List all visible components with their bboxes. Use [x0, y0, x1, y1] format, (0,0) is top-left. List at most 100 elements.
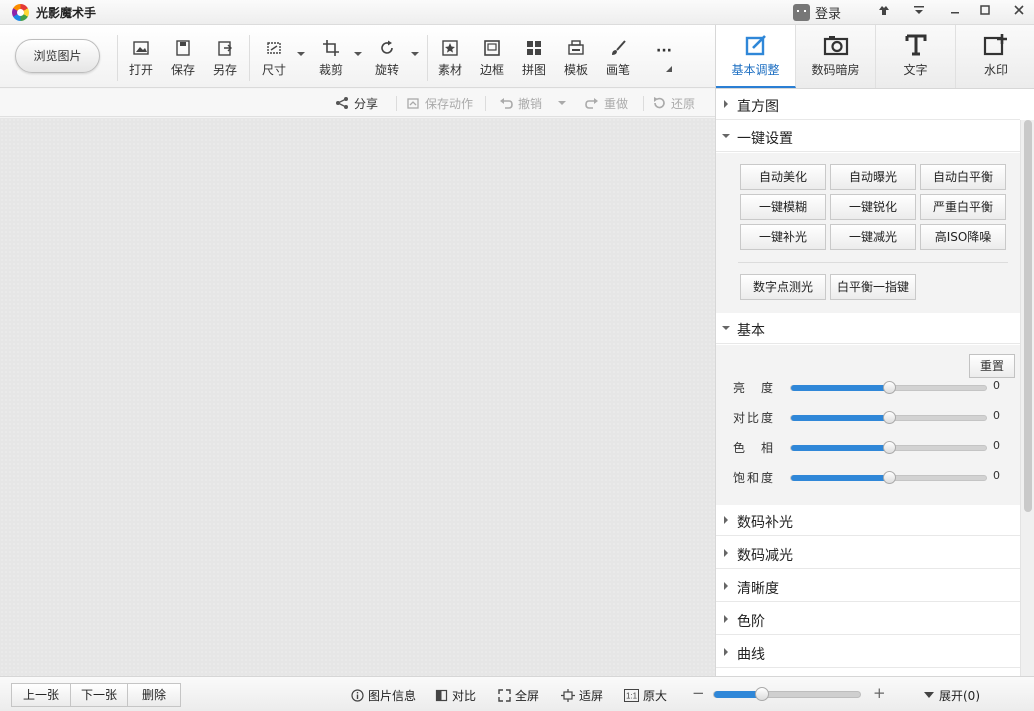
slider-track[interactable] [790, 381, 987, 394]
compare-button[interactable]: 对比 [435, 686, 476, 704]
collapse-arrow-icon [724, 648, 728, 656]
slider-track[interactable] [790, 471, 987, 484]
auto-exposure-button[interactable]: 自动曝光 [830, 164, 916, 190]
resize-dropdown-arrow[interactable] [297, 52, 305, 56]
slider-track[interactable] [790, 411, 987, 424]
fullscreen-icon [498, 688, 511, 702]
more-tools-button[interactable]: ··· [644, 43, 684, 83]
collapse-arrow-icon [724, 582, 728, 590]
expand-filmstrip-button[interactable]: 展开(0) [924, 686, 980, 704]
brightness-slider[interactable]: 亮 度 0 [716, 376, 1020, 398]
material-icon [442, 40, 458, 56]
fullscreen-button[interactable]: 全屏 [498, 686, 539, 704]
crop-dropdown-arrow[interactable] [354, 52, 362, 56]
slider-handle[interactable] [882, 381, 896, 394]
close-button[interactable] [1008, 2, 1030, 22]
button-divider [738, 262, 1008, 263]
section-digital-fill-light[interactable]: 数码补光 [716, 505, 1020, 536]
original-size-button[interactable]: 1:1 原大 [624, 686, 667, 704]
svg-text:1:1: 1:1 [626, 691, 638, 700]
menu-button[interactable] [908, 2, 930, 22]
rotate-button[interactable]: 旋转 [367, 39, 407, 79]
high-iso-denoise-button[interactable]: 高ISO降噪 [920, 224, 1006, 250]
toolbar-expand-corner[interactable] [666, 66, 672, 72]
image-info-button[interactable]: 图片信息 [351, 686, 416, 704]
previous-image-button[interactable]: 上一张 [11, 683, 71, 707]
auto-white-balance-button[interactable]: 自动白平衡 [920, 164, 1006, 190]
slider-handle[interactable] [882, 441, 896, 454]
redo-button[interactable]: 重做 [585, 94, 628, 112]
material-button[interactable]: 素材 [430, 39, 470, 79]
slider-handle[interactable] [882, 471, 896, 484]
login-button[interactable]: 登录 [793, 3, 841, 22]
slider-handle[interactable] [882, 411, 896, 424]
section-curves[interactable]: 曲线 [716, 637, 1020, 668]
share-button[interactable]: 分享 [335, 94, 378, 112]
scrollbar-thumb[interactable] [1024, 120, 1032, 512]
action-divider [396, 96, 397, 111]
one-click-reduce-light-button[interactable]: 一键减光 [830, 224, 916, 250]
border-icon [484, 40, 500, 56]
zoom-out-button[interactable]: − [692, 684, 705, 702]
tab-digital-darkroom[interactable]: 数码暗房 [796, 25, 876, 88]
border-button[interactable]: 边框 [472, 39, 512, 79]
skin-icon [879, 6, 889, 15]
login-label: 登录 [815, 7, 842, 22]
zoom-in-button[interactable]: + [873, 684, 886, 702]
open-icon [133, 41, 149, 55]
one-click-blur-button[interactable]: 一键模糊 [740, 194, 826, 220]
digital-metering-button[interactable]: 数字点测光 [740, 274, 826, 300]
rotate-dropdown-arrow[interactable] [411, 52, 419, 56]
section-clarity[interactable]: 清晰度 [716, 571, 1020, 602]
minimize-button[interactable] [944, 2, 966, 22]
section-basic[interactable]: 基本 [716, 313, 1020, 344]
action-divider [485, 96, 486, 111]
menu-icon [914, 6, 924, 14]
tab-text[interactable]: 文字 [876, 25, 956, 88]
crop-button[interactable]: 裁剪 [311, 39, 351, 79]
crop-icon [323, 40, 339, 56]
zoom-slider-handle[interactable] [755, 687, 770, 701]
close-icon [1014, 5, 1024, 15]
undo-dropdown-arrow[interactable] [558, 101, 566, 105]
hue-slider[interactable]: 色 相 0 [716, 436, 1020, 458]
auto-beautify-button[interactable]: 自动美化 [740, 164, 826, 190]
basic-body: 重置 亮 度 0 对比度 0 色 相 0 饱和度 0 [716, 345, 1020, 505]
open-button[interactable]: 打开 [121, 39, 161, 79]
save-as-button[interactable]: 另存 [205, 39, 245, 79]
one-click-fill-light-button[interactable]: 一键补光 [740, 224, 826, 250]
save-button[interactable]: 保存 [163, 39, 203, 79]
watermark-icon [983, 34, 1007, 56]
zoom-slider[interactable] [713, 687, 861, 701]
panel-scrollbar[interactable] [1020, 120, 1034, 676]
section-digital-reduce-light[interactable]: 数码减光 [716, 538, 1020, 569]
fit-screen-button[interactable]: 适屏 [561, 686, 603, 704]
section-one-click[interactable]: 一键设置 [716, 121, 1020, 152]
one-click-sharpen-button[interactable]: 一键锐化 [830, 194, 916, 220]
white-balance-picker-button[interactable]: 白平衡一指键 [830, 274, 916, 300]
tab-watermark[interactable]: 水印 [956, 25, 1034, 88]
reset-button[interactable]: 重置 [969, 354, 1015, 378]
next-image-button[interactable]: 下一张 [70, 683, 128, 707]
undo-button[interactable]: 撤销 [499, 94, 542, 112]
save-action-button[interactable]: 保存动作 [406, 94, 473, 112]
delete-button[interactable]: 删除 [127, 683, 181, 707]
contrast-slider[interactable]: 对比度 0 [716, 406, 1020, 428]
collapse-arrow-icon [724, 100, 728, 108]
severe-white-balance-button[interactable]: 严重白平衡 [920, 194, 1006, 220]
tab-basic-adjust[interactable]: 基本调整 [716, 25, 796, 88]
browse-images-button[interactable]: 浏览图片 [15, 39, 100, 73]
section-histogram[interactable]: 直方图 [716, 89, 1020, 120]
section-levels[interactable]: 色阶 [716, 604, 1020, 635]
resize-button[interactable]: 尺寸 [254, 39, 294, 79]
maximize-button[interactable] [974, 2, 996, 22]
restore-button[interactable]: 还原 [652, 94, 695, 112]
skin-button[interactable] [873, 2, 895, 22]
template-button[interactable]: 模板 [556, 39, 596, 79]
collage-button[interactable]: 拼图 [514, 39, 554, 79]
saturation-slider[interactable]: 饱和度 0 [716, 466, 1020, 488]
image-canvas[interactable] [0, 118, 715, 676]
restore-icon [654, 97, 665, 109]
slider-track[interactable] [790, 441, 987, 454]
brush-button[interactable]: 画笔 [598, 39, 638, 79]
